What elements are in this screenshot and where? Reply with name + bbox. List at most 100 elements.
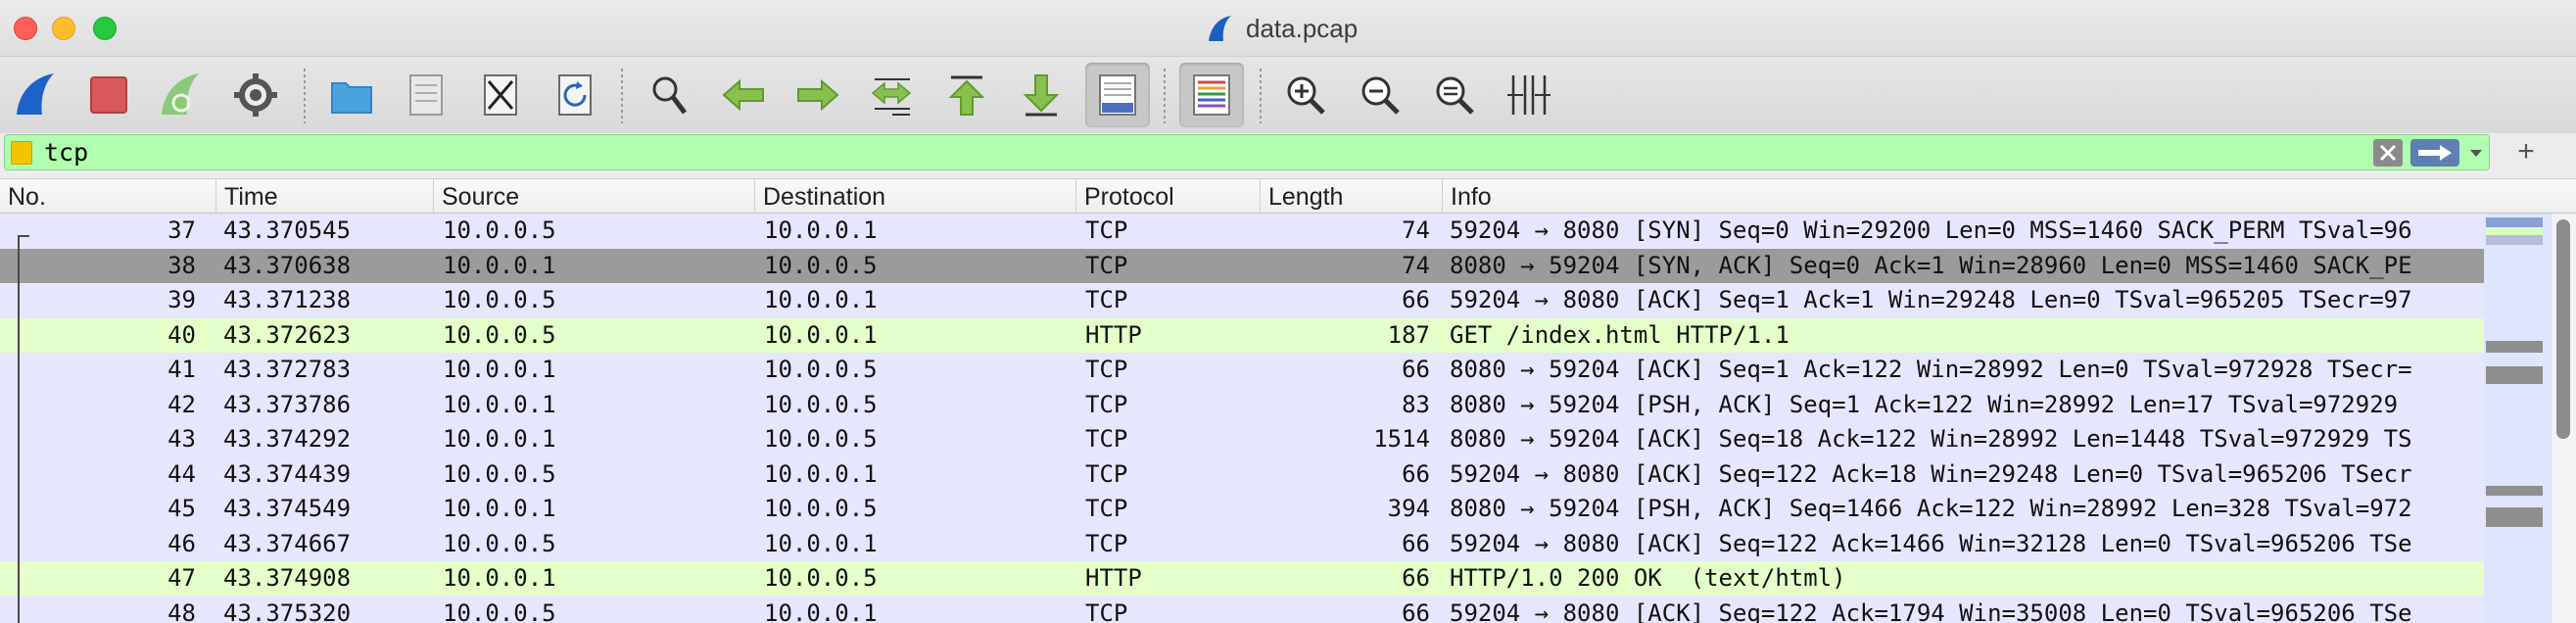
- table-row[interactable]: 42 43.373786 10.0.0.1 10.0.0.5 TCP 83 8080 → 5…: [0, 387, 2484, 422]
- cell-dst: 10.0.0.1: [764, 286, 878, 313]
- column-header-protocol[interactable]: Protocol: [1075, 179, 1260, 215]
- cell-proto: TCP: [1085, 251, 1128, 279]
- table-row[interactable]: 41 43.372783 10.0.0.1 10.0.0.5 TCP 66 8080 → 5…: [0, 353, 2484, 387]
- normal-size-button[interactable]: [1422, 63, 1487, 127]
- minimap-stripe: [2486, 341, 2543, 353]
- restart-capture-button[interactable]: [149, 63, 214, 127]
- filter-history-dropdown[interactable]: [2465, 139, 2487, 167]
- table-row[interactable]: 43 43.374292 10.0.0.1 10.0.0.5 TCP 1514 8080 →…: [0, 422, 2484, 456]
- cell-proto: TCP: [1085, 390, 1128, 418]
- minimap-stripe: [2486, 507, 2543, 527]
- cell-src: 10.0.0.5: [443, 320, 556, 349]
- table-row[interactable]: 48 43.375320 10.0.0.5 10.0.0.1 TCP 66 59204 → …: [0, 596, 2484, 623]
- cell-len: 83: [1402, 390, 1430, 418]
- clear-icon: [2379, 144, 2397, 162]
- column-header-length[interactable]: Length: [1260, 179, 1442, 215]
- cell-proto: TCP: [1085, 459, 1128, 488]
- add-filter-button-plus-icon[interactable]: +: [2511, 137, 2541, 167]
- zoom-window-button[interactable]: [93, 17, 117, 40]
- display-filter-input[interactable]: [44, 137, 2356, 168]
- cell-proto: TCP: [1085, 599, 1128, 623]
- minimap-stripe: [2486, 227, 2543, 235]
- auto-scroll-button[interactable]: [1085, 63, 1150, 127]
- table-row[interactable]: 47 43.374908 10.0.0.1 10.0.0.5 HTTP 66 HTTP/1.…: [0, 561, 2484, 596]
- cell-len: 66: [1402, 599, 1430, 623]
- open-file-button[interactable]: [319, 63, 384, 127]
- vertical-scrollbar[interactable]: [2551, 214, 2576, 623]
- table-row[interactable]: 37 43.370545 10.0.0.5 10.0.0.1 TCP 74 59204 → …: [0, 214, 2484, 248]
- cell-info: 8080 → 59204 [PSH, ACK] Seq=1466 Ack=122…: [1450, 495, 2412, 522]
- scrollbar-thumb[interactable]: [2556, 219, 2570, 439]
- first-packet-button[interactable]: [934, 63, 999, 127]
- packet-list-minimap[interactable]: [2484, 214, 2551, 623]
- cell-src: 10.0.0.1: [443, 495, 556, 522]
- stop-capture-button[interactable]: [76, 63, 141, 127]
- find-packet-button[interactable]: [637, 63, 701, 127]
- cell-dst: 10.0.0.5: [764, 251, 878, 279]
- column-header-no[interactable]: No.: [0, 179, 215, 215]
- table-row[interactable]: 44 43.374439 10.0.0.5 10.0.0.1 TCP 66 59204 → …: [0, 456, 2484, 492]
- capture-options-button[interactable]: [223, 63, 288, 127]
- cell-dst: 10.0.0.5: [764, 425, 878, 453]
- cell-time: 43.374292: [223, 425, 352, 453]
- cell-proto: TCP: [1085, 216, 1128, 244]
- start-capture-icon: [17, 73, 54, 115]
- close-window-button[interactable]: [14, 17, 37, 40]
- find-packet-icon: [652, 76, 687, 115]
- cell-dst: 10.0.0.5: [764, 356, 878, 383]
- resize-columns-button[interactable]: [1497, 63, 1561, 127]
- column-header-source[interactable]: Source: [433, 179, 754, 215]
- cell-dst: 10.0.0.1: [764, 599, 878, 623]
- open-file-icon: [331, 82, 372, 114]
- window-title: data.pcap: [1205, 12, 1358, 45]
- zoom-in-icon: [1287, 76, 1325, 115]
- colorize-button[interactable]: [1179, 63, 1244, 127]
- save-file-button[interactable]: [394, 63, 458, 127]
- main-toolbar: [0, 57, 2576, 133]
- cell-proto: TCP: [1085, 286, 1128, 313]
- wireshark-fin-icon: [1209, 16, 1231, 41]
- cell-src: 10.0.0.1: [443, 425, 556, 453]
- last-packet-button[interactable]: [1009, 63, 1073, 127]
- cell-src: 10.0.0.5: [443, 529, 556, 557]
- minimize-window-button[interactable]: [52, 17, 75, 40]
- resize-columns-icon: [1507, 75, 1550, 115]
- start-capture-button[interactable]: [4, 63, 69, 127]
- normal-size-icon: [1436, 76, 1474, 115]
- close-file-icon: [484, 74, 517, 116]
- cell-len: 66: [1402, 356, 1430, 383]
- cell-src: 10.0.0.1: [443, 390, 556, 418]
- column-header-time[interactable]: Time: [215, 179, 433, 215]
- bookmark-icon[interactable]: [11, 141, 32, 165]
- apply-filter-button[interactable]: [2410, 139, 2459, 167]
- packet-list[interactable]: 37 43.370545 10.0.0.5 10.0.0.1 TCP 74 59204 → …: [0, 214, 2576, 623]
- column-header-destination[interactable]: Destination: [754, 179, 1075, 215]
- table-row[interactable]: 46 43.374667 10.0.0.5 10.0.0.1 TCP 66 59204 → …: [0, 526, 2484, 561]
- cell-time: 43.373786: [223, 390, 352, 418]
- cell-len: 74: [1402, 216, 1430, 244]
- cell-src: 10.0.0.5: [443, 459, 556, 488]
- packet-list-header: No. Time Source Destination Protocol Len…: [0, 178, 2576, 215]
- zoom-out-icon: [1361, 76, 1400, 115]
- column-header-info[interactable]: Info: [1442, 179, 2576, 215]
- go-back-button[interactable]: [711, 63, 776, 127]
- cell-info: 59204 → 8080 [ACK] Seq=122 Ack=1794 Win=…: [1450, 599, 2412, 623]
- cell-dst: 10.0.0.5: [764, 495, 878, 522]
- close-file-button[interactable]: [468, 63, 533, 127]
- restart-capture-icon: [162, 73, 199, 115]
- table-row[interactable]: 40 43.372623 10.0.0.5 10.0.0.1 HTTP 187 GET /i…: [0, 317, 2484, 353]
- go-to-packet-button[interactable]: [860, 63, 925, 127]
- table-row[interactable]: 39 43.371238 10.0.0.5 10.0.0.1 TCP 66 59204 → …: [0, 283, 2484, 317]
- cell-time: 43.374549: [223, 495, 352, 522]
- go-forward-button[interactable]: [786, 63, 850, 127]
- reload-file-button[interactable]: [543, 63, 607, 127]
- clear-filter-button[interactable]: [2373, 139, 2403, 167]
- table-row[interactable]: 45 43.374549 10.0.0.1 10.0.0.5 TCP 394 8080 → …: [0, 492, 2484, 526]
- zoom-out-button[interactable]: [1348, 63, 1412, 127]
- table-row-selected[interactable]: 38 43.370638 10.0.0.1 10.0.0.5 TCP 74 8080 → 5…: [0, 248, 2484, 283]
- zoom-in-button[interactable]: [1273, 63, 1338, 127]
- cell-info: 59204 → 8080 [ACK] Seq=122 Ack=1466 Win=…: [1450, 529, 2412, 557]
- cell-proto: HTTP: [1085, 564, 1142, 592]
- colorize-icon: [1193, 74, 1230, 116]
- cell-proto: TCP: [1085, 495, 1128, 522]
